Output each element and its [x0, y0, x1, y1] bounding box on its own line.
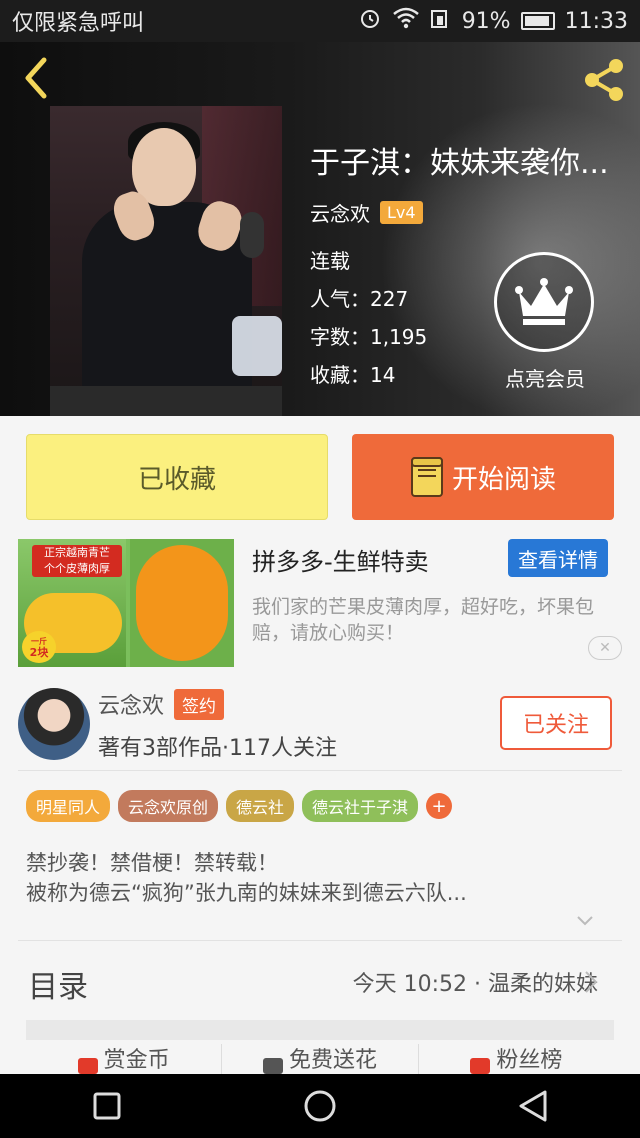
- alarm-icon: [358, 6, 382, 36]
- tab-free-flower-label: 免费送花: [288, 1048, 377, 1073]
- battery-percent: 91%: [461, 8, 511, 34]
- tag-chip[interactable]: 德云社于子淇: [302, 790, 419, 822]
- collected-button[interactable]: 已收藏: [26, 434, 328, 520]
- share-icon: [585, 59, 623, 101]
- clock-time: 11:33: [564, 8, 628, 34]
- status-icons: 91% 11:33: [358, 6, 628, 36]
- author-name[interactable]: 云念欢: [98, 688, 164, 720]
- favorites-value: 14: [370, 363, 396, 387]
- book-author-row: 云念欢 Lv4: [310, 198, 423, 227]
- chevron-right-icon[interactable]: [584, 970, 598, 994]
- divider: [18, 770, 622, 771]
- ad-banner-text: 正宗越南青芒 个个皮薄肉厚: [32, 545, 122, 577]
- add-tag-button[interactable]: +: [426, 793, 453, 819]
- signed-badge: 签约: [174, 688, 225, 720]
- level-badge: Lv4: [380, 201, 423, 224]
- author-avatar[interactable]: [18, 688, 90, 760]
- tab-fans-rank-label: 粉丝榜: [496, 1048, 563, 1073]
- tab-free-flower[interactable]: 免费送花: [222, 1044, 419, 1074]
- ad-banner-line1: 正宗越南青芒: [44, 546, 110, 559]
- tag-list: 明星同人 云念欢原创 德云社 德云社于子淇 +: [26, 790, 453, 822]
- fans-icon: [470, 1058, 491, 1074]
- share-button[interactable]: [578, 54, 630, 106]
- popularity-label: 人气：: [310, 287, 370, 311]
- serial-status: 连载: [310, 249, 350, 273]
- crown-icon: [494, 252, 594, 352]
- ad-image[interactable]: 正宗越南青芒 个个皮薄肉厚 一斤 2块: [18, 539, 234, 667]
- book-meta: 连载 人气：227 字数：1,195 收藏：14: [310, 242, 427, 394]
- book-intro[interactable]: 禁抄袭！禁借梗！禁转载！ 被称为德云“疯狗”张九南的妹妹来到德云六队...: [26, 848, 616, 908]
- signal-icon: [430, 7, 452, 35]
- square-icon: [93, 1092, 121, 1120]
- circle-icon: [304, 1090, 336, 1122]
- carrier-text: 仅限紧急呼叫: [12, 11, 145, 36]
- tag-chip[interactable]: 明星同人: [26, 790, 111, 822]
- favorites-label: 收藏：: [310, 363, 370, 387]
- back-button[interactable]: [14, 56, 58, 100]
- follow-button[interactable]: 已关注: [500, 696, 612, 750]
- chevron-down-icon[interactable]: [576, 912, 594, 930]
- system-nav-bar: [0, 1074, 640, 1138]
- popularity-value: 227: [370, 287, 409, 311]
- vip-label[interactable]: 点亮会员: [480, 363, 610, 392]
- toc-label[interactable]: 目录: [28, 962, 88, 1006]
- battery-icon: [520, 12, 555, 30]
- ad-title[interactable]: 拼多多-生鲜特卖: [252, 542, 429, 577]
- book-cover-image: [50, 106, 282, 416]
- favorites-row: 收藏：14: [310, 356, 427, 394]
- book-header: 于子淇：妹妹来袭你... 云念欢 Lv4 连载 人气：227 字数：1,195 …: [0, 42, 640, 416]
- home-button[interactable]: [290, 1076, 350, 1136]
- author-name-row: 云念欢 签约: [98, 688, 225, 720]
- divider: [18, 940, 622, 941]
- ad-banner-line2: 个个皮薄肉厚: [44, 562, 110, 575]
- word-count-value: 1,195: [370, 325, 428, 349]
- status-bar: 仅限紧急呼叫 91% 11:33: [0, 0, 640, 42]
- popularity-row: 人气：227: [310, 280, 427, 318]
- word-count-label: 字数：: [310, 325, 370, 349]
- book-title: 于子淇：妹妹来袭你...: [310, 146, 609, 181]
- recent-apps-button[interactable]: [77, 1076, 137, 1136]
- bottom-action-tabs: 赏金币 免费送花 粉丝榜: [26, 1044, 614, 1074]
- intro-line: 禁抄袭！禁借梗！禁转载！: [26, 851, 278, 875]
- tab-reward-label: 赏金币: [103, 1048, 170, 1073]
- word-count-row: 字数：1,195: [310, 318, 427, 356]
- book-author[interactable]: 云念欢: [310, 198, 370, 227]
- book-icon: [410, 457, 443, 497]
- back-nav-button[interactable]: [503, 1076, 563, 1136]
- tag-chip[interactable]: 云念欢原创: [118, 790, 219, 822]
- ad-price: 2块: [29, 646, 49, 659]
- gift-icon: [77, 1058, 98, 1074]
- back-arrow-icon: [25, 57, 47, 99]
- tag-chip[interactable]: 德云社: [226, 790, 295, 822]
- ad-description: 我们家的芒果皮薄肉厚，超好吃，坏果包赔，请放心购买！: [252, 596, 595, 644]
- ad-price-badge: 一斤 2块: [22, 631, 56, 663]
- start-reading-button[interactable]: 开始阅读: [352, 434, 614, 520]
- triangle-back-icon: [519, 1090, 547, 1122]
- wifi-icon: [392, 7, 420, 35]
- intro-line: 被称为德云“疯狗”张九南的妹妹来到德云六队...: [26, 881, 467, 905]
- tab-fans-rank[interactable]: 粉丝榜: [419, 1044, 614, 1074]
- vip-button[interactable]: [494, 252, 594, 352]
- ad-detail-button[interactable]: 查看详情: [508, 539, 608, 577]
- section-separator: [26, 1020, 614, 1040]
- ad-close-icon[interactable]: ✕: [588, 636, 622, 660]
- author-stats: 著有3部作品·117人关注: [98, 736, 337, 761]
- flower-icon: [262, 1058, 283, 1074]
- tab-reward[interactable]: 赏金币: [26, 1044, 223, 1074]
- latest-chapter[interactable]: 今天 10:52 · 温柔的妹妹: [353, 966, 598, 998]
- start-reading-label: 开始阅读: [451, 464, 556, 495]
